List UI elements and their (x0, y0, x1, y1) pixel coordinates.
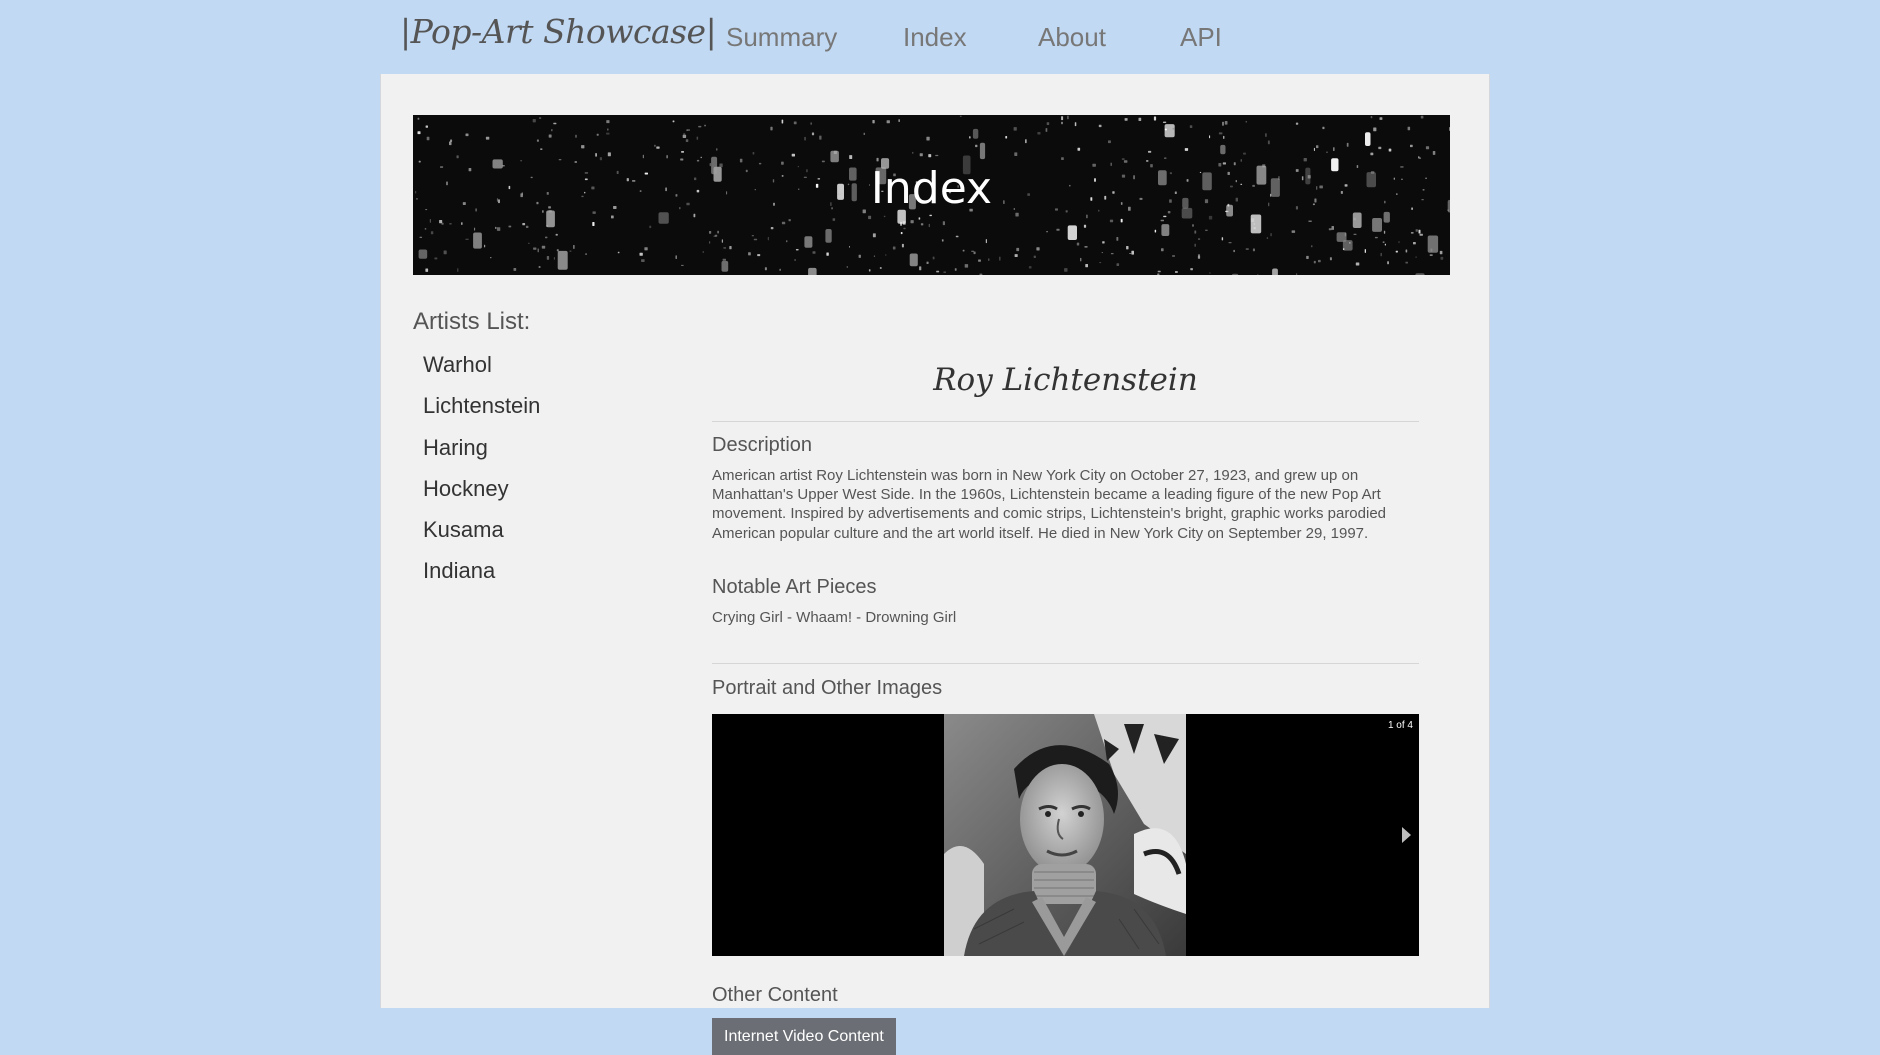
artist-portrait-image (944, 714, 1186, 956)
top-navigation-bar: |Pop-Art Showcase| Summary Index About A… (0, 0, 1880, 74)
divider (712, 421, 1419, 422)
carousel-next-icon[interactable] (1402, 827, 1411, 843)
artist-link-haring[interactable]: Haring (423, 433, 540, 474)
artist-link-warhol[interactable]: Warhol (423, 350, 540, 391)
carousel-counter: 1 of 4 (1387, 720, 1413, 731)
notable-art-heading: Notable Art Pieces (712, 576, 877, 598)
other-content-heading: Other Content (712, 984, 838, 1006)
artists-list: Warhol Lichtenstein Haring Hockney Kusam… (423, 350, 540, 598)
nav-index[interactable]: Index (903, 22, 967, 53)
hero-title: Index (870, 163, 993, 214)
notable-art-list: Crying Girl - Whaam! - Drowning Girl (712, 609, 957, 626)
hero-banner: Index (413, 115, 1450, 275)
artist-link-hockney[interactable]: Hockney (423, 474, 540, 515)
artist-link-kusama[interactable]: Kusama (423, 515, 540, 556)
nav-summary[interactable]: Summary (726, 22, 837, 53)
main-panel: Index Artists List: Warhol Lichtenstein … (380, 74, 1490, 1055)
artist-link-lichtenstein[interactable]: Lichtenstein (423, 391, 540, 432)
description-text: American artist Roy Lichtenstein was bor… (712, 467, 1387, 542)
artists-list-title: Artists List: (413, 308, 531, 335)
site-brand[interactable]: |Pop-Art Showcase| (400, 12, 717, 51)
artist-link-indiana[interactable]: Indiana (423, 556, 540, 597)
internet-video-button[interactable]: Internet Video Content (712, 1018, 896, 1055)
images-heading: Portrait and Other Images (712, 677, 943, 699)
image-carousel[interactable]: 1 of 4 (712, 714, 1419, 956)
nav-about[interactable]: About (1038, 22, 1106, 53)
artist-name: Roy Lichtenstein (933, 362, 1198, 398)
description-heading: Description (712, 434, 813, 456)
nav-api[interactable]: API (1180, 22, 1222, 53)
divider (712, 663, 1419, 664)
